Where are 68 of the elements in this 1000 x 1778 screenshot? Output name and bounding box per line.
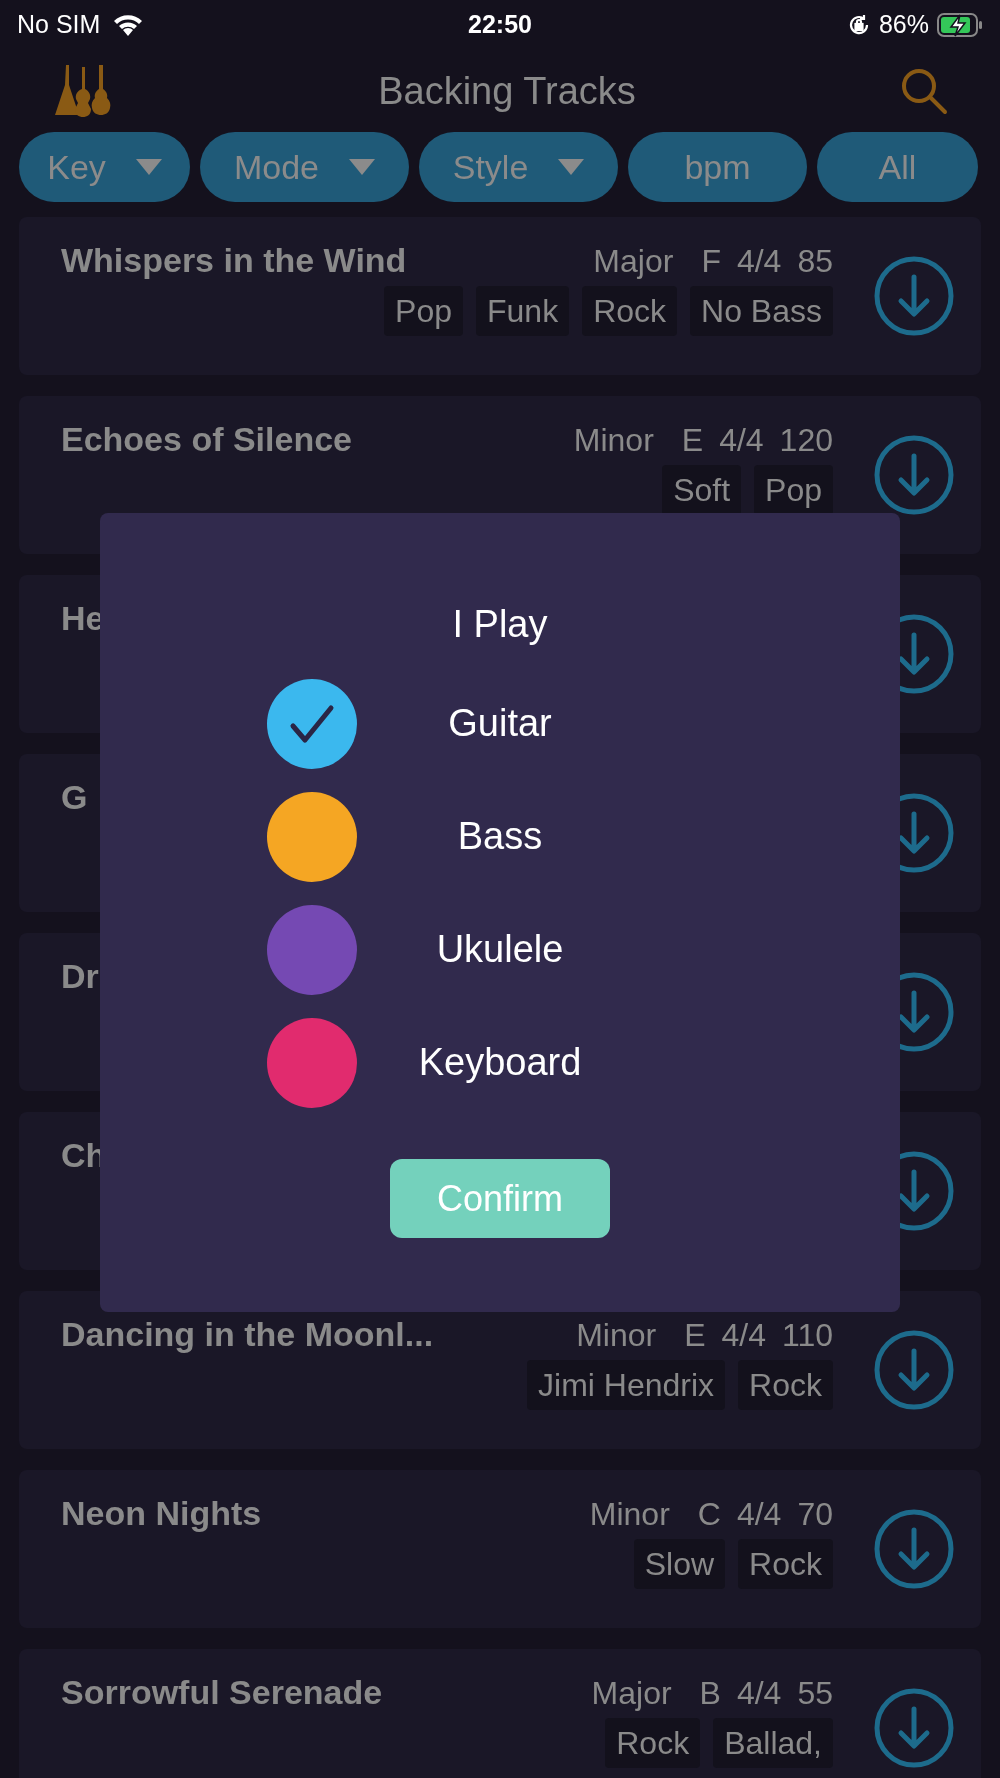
download-icon[interactable] [873, 1508, 955, 1590]
track-mode: Minor [576, 1315, 657, 1355]
track-tag: Rock [605, 1718, 701, 1768]
track-meter: 4/4 [721, 1315, 766, 1355]
track-tag: Rock [582, 286, 678, 336]
track-key: E [684, 1310, 706, 1359]
track-meter: 4/4 [736, 241, 782, 281]
filter-chip[interactable]: Mode [200, 132, 409, 202]
track-meter: 4/4 [736, 1494, 782, 1534]
instrument-label: Ukulele [436, 927, 564, 972]
track-card[interactable]: Neon Nights Minor C 4/4 70 Slow Rock [19, 1470, 981, 1628]
track-tag: Jimi Hendrix [527, 1360, 726, 1410]
carrier-label: No SIM [17, 9, 101, 41]
confirm-button[interactable]: Confirm [390, 1159, 610, 1238]
track-title: Dancing in the Moonl... [61, 1314, 434, 1355]
filter-chip[interactable]: Style [419, 132, 618, 202]
track-card[interactable]: Whispers in the Wind Major F 4/4 85 Pop Funk Rock No Bass [19, 217, 981, 375]
track-card[interactable]: Sorrowful Serenade Major B 4/4 55 Rock Ballad, [19, 1649, 981, 1778]
instrument-label: Guitar [448, 701, 552, 746]
dropdown-caret-icon [349, 159, 376, 175]
dropdown-caret-icon [558, 159, 585, 175]
track-tag: Ballad, [713, 1718, 833, 1768]
track-key: E [681, 415, 704, 464]
track-mode: Minor [573, 420, 654, 460]
search-icon[interactable] [900, 67, 948, 115]
track-title: Neon Nights [61, 1493, 262, 1534]
battery-percent: 86% [878, 9, 929, 41]
download-icon[interactable] [873, 434, 955, 516]
track-tag: Rock [738, 1360, 833, 1410]
track-bpm: 85 [797, 241, 833, 281]
track-bpm: 120 [779, 420, 833, 460]
track-tag: Funk [476, 286, 570, 336]
download-icon[interactable] [873, 1329, 955, 1411]
track-title: G [61, 777, 88, 818]
track-tag: Soft [662, 465, 742, 515]
track-bpm: 70 [797, 1494, 833, 1534]
dialog-title: I Play [452, 602, 548, 647]
track-tag: Rock [738, 1539, 833, 1589]
instrument-label: Keyboard [418, 1040, 582, 1085]
track-key: F [701, 236, 721, 285]
track-bpm: 110 [782, 1315, 833, 1355]
track-title: Sorrowful Serenade [61, 1672, 383, 1713]
filter-chip[interactable]: All [817, 132, 978, 202]
filter-chip[interactable]: Key [19, 132, 190, 202]
screen-title: Backing Tracks [378, 68, 636, 114]
track-mode: Minor [589, 1494, 670, 1534]
track-title: Echoes of Silence [61, 419, 352, 460]
check-icon [289, 703, 335, 744]
track-title: Dr [61, 956, 99, 997]
download-icon[interactable] [873, 255, 955, 337]
filter-chip[interactable]: bpm [628, 132, 807, 202]
track-meter: 4/4 [736, 1673, 782, 1713]
track-key: C [697, 1489, 721, 1538]
track-mode: Major [591, 1673, 672, 1713]
track-tag: Slow [633, 1539, 726, 1589]
track-meter: 4/4 [719, 420, 764, 460]
track-title: Whispers in the Wind [61, 240, 407, 281]
track-mode: Major [593, 241, 674, 281]
track-tag: Pop [754, 465, 833, 515]
track-bpm: 55 [797, 1673, 833, 1713]
download-icon[interactable] [873, 1687, 955, 1769]
instrument-label: Bass [457, 814, 543, 859]
wifi-icon [112, 14, 145, 36]
track-tag: Pop [384, 286, 463, 336]
track-tag: No Bass [690, 286, 833, 336]
track-key: B [699, 1668, 721, 1717]
clock-time: 22:50 [468, 9, 532, 41]
dropdown-caret-icon [135, 159, 162, 175]
